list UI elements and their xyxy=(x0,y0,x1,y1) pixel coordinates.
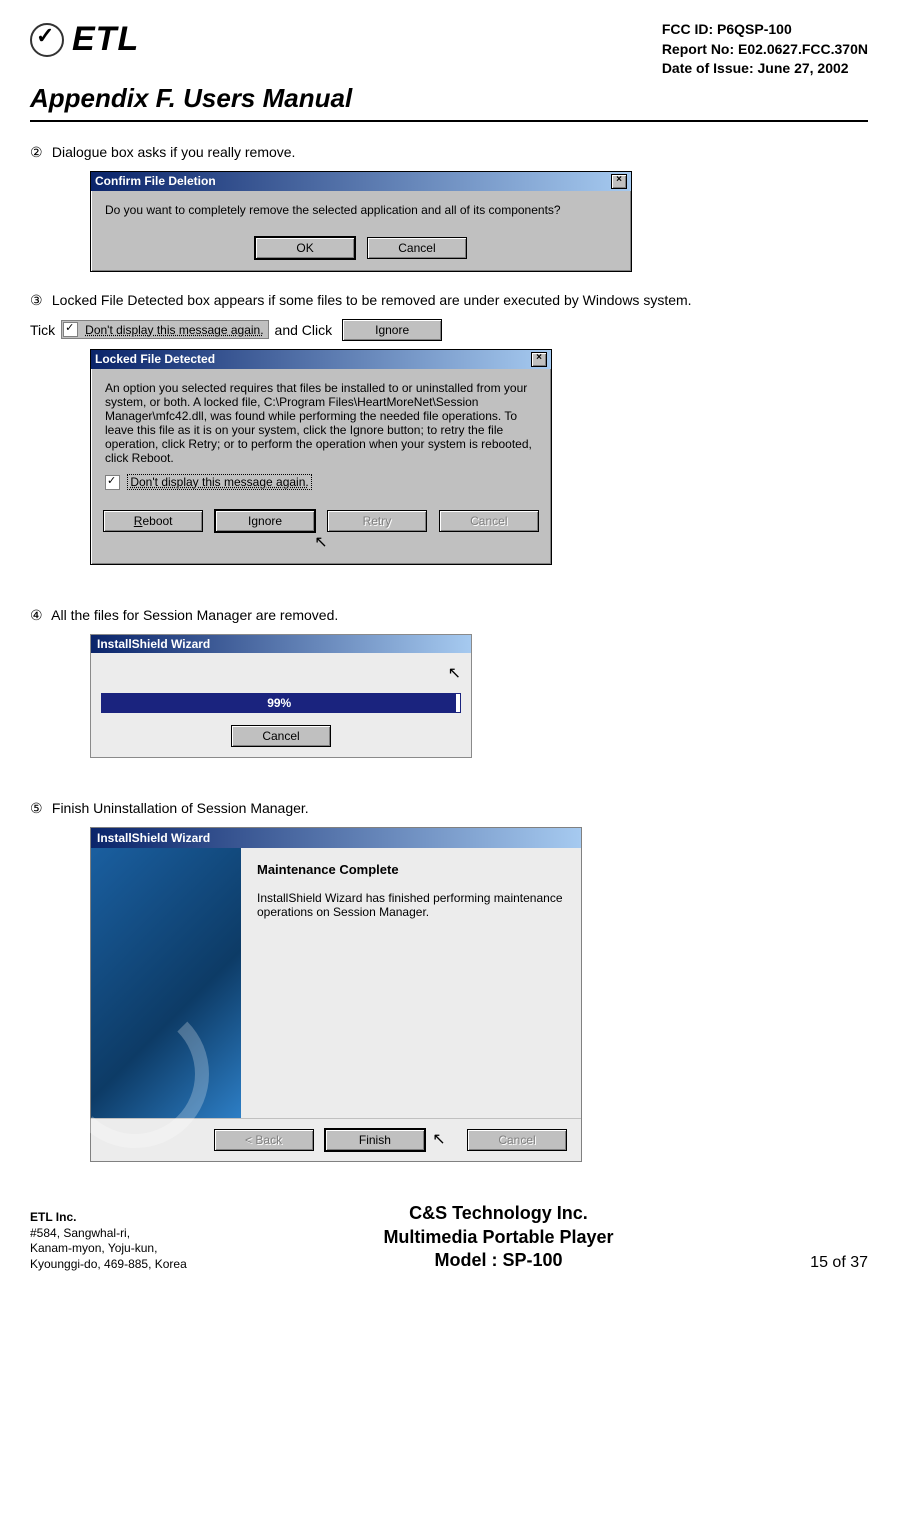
finish-heading: Maintenance Complete xyxy=(257,862,565,877)
confirm-body: Do you want to completely remove the sel… xyxy=(91,191,631,229)
logo-icon xyxy=(30,23,64,57)
logo-text: ETL xyxy=(72,20,139,59)
and-click-label: and Click xyxy=(275,322,333,338)
step-2-text: Dialogue box asks if you really remove. xyxy=(52,144,296,160)
step-5-num: ⑤ xyxy=(30,798,46,819)
cursor-icon: ↖ xyxy=(314,534,327,551)
footer-center1: C&S Technology Inc. xyxy=(383,1202,613,1225)
cancel-button[interactable]: Cancel xyxy=(467,1129,567,1151)
reboot-button[interactable]: Reboot xyxy=(103,510,203,532)
fcc-id: FCC ID: P6QSP-100 xyxy=(662,20,868,40)
footer-left: ETL Inc. #584, Sangwhal-ri, Kanam-myon, … xyxy=(30,1210,187,1272)
locked-body: An option you selected requires that fil… xyxy=(91,369,551,502)
locked-titlebar: Locked File Detected × xyxy=(91,350,551,369)
ignore-button[interactable]: Ignore xyxy=(215,510,315,532)
page-footer: ETL Inc. #584, Sangwhal-ri, Kanam-myon, … xyxy=(30,1202,868,1272)
locked-buttons: Reboot Ignore Retry Cancel ↖ xyxy=(91,502,551,564)
footer-company: ETL Inc. xyxy=(30,1210,187,1226)
cancel-button[interactable]: Cancel xyxy=(439,510,539,532)
progress-body: ↖ 99% Cancel xyxy=(91,653,471,757)
footer-center3: Model : SP-100 xyxy=(383,1249,613,1272)
back-button[interactable]: < Back xyxy=(214,1129,314,1151)
cancel-button[interactable]: Cancel xyxy=(231,725,331,747)
footer-center2: Multimedia Portable Player xyxy=(383,1226,613,1249)
progress-title: InstallShield Wizard xyxy=(91,635,471,653)
footer-addr1: #584, Sangwhal-ri, xyxy=(30,1226,187,1242)
header-meta: FCC ID: P6QSP-100 Report No: E02.0627.FC… xyxy=(662,20,868,79)
confirm-title: Confirm File Deletion xyxy=(95,174,216,188)
cancel-button[interactable]: Cancel xyxy=(367,237,467,259)
step-2-num: ② xyxy=(30,142,46,163)
step-5-text: Finish Uninstallation of Session Manager… xyxy=(52,800,309,816)
finish-title: InstallShield Wizard xyxy=(91,828,581,848)
confirm-dialog: Confirm File Deletion × Do you want to c… xyxy=(90,171,632,272)
footer-addr2: Kanam-myon, Yoju-kun, xyxy=(30,1241,187,1257)
wizard-side-graphic xyxy=(91,848,241,1118)
locked-title: Locked File Detected xyxy=(95,352,215,366)
confirm-buttons: OK Cancel xyxy=(91,229,631,271)
cursor-icon: ↖ xyxy=(432,1131,445,1148)
header-left: ETL xyxy=(30,20,139,59)
step-4-text: All the files for Session Manager are re… xyxy=(51,607,338,623)
step-3: ③ Locked File Detected box appears if so… xyxy=(30,290,868,311)
page-number: 15 of 37 xyxy=(810,1254,868,1272)
finish-body: Maintenance Complete InstallShield Wizar… xyxy=(91,848,581,1118)
footer-center: C&S Technology Inc. Multimedia Portable … xyxy=(383,1202,613,1272)
confirm-titlebar: Confirm File Deletion × xyxy=(91,172,631,191)
locked-dialog: Locked File Detected × An option you sel… xyxy=(90,349,552,565)
appendix-title: Appendix F. Users Manual xyxy=(30,83,868,114)
locked-checkbox-row: Don't display this message again. xyxy=(105,475,537,490)
footer-addr3: Kyounggi-do, 469-885, Korea xyxy=(30,1257,187,1273)
progress-bar: 99% xyxy=(101,693,461,713)
header: ETL FCC ID: P6QSP-100 Report No: E02.062… xyxy=(30,20,868,79)
ok-button[interactable]: OK xyxy=(255,237,355,259)
step-5: ⑤ Finish Uninstallation of Session Manag… xyxy=(30,798,868,819)
locked-body-text: An option you selected requires that fil… xyxy=(105,381,537,465)
retry-button[interactable]: Retry xyxy=(327,510,427,532)
inline-checkbox-label: Don't display this message again. xyxy=(82,323,266,337)
inline-ignore-button[interactable]: Ignore xyxy=(342,319,442,341)
wizard-content: Maintenance Complete InstallShield Wizar… xyxy=(241,848,581,1118)
report-no: Report No: E02.0627.FCC.370N xyxy=(662,40,868,60)
finish-button[interactable]: Finish xyxy=(325,1129,425,1151)
issue-date: Date of Issue: June 27, 2002 xyxy=(662,59,868,79)
header-rule xyxy=(30,120,868,122)
step-2: ② Dialogue box asks if you really remove… xyxy=(30,142,868,163)
close-icon[interactable]: × xyxy=(611,174,627,189)
step-3-inline: Tick Don't display this message again. a… xyxy=(30,319,868,341)
page: ETL FCC ID: P6QSP-100 Report No: E02.062… xyxy=(0,0,898,1292)
locked-checkbox-label: Don't display this message again. xyxy=(127,474,311,490)
step-4: ④ All the files for Session Manager are … xyxy=(30,605,868,626)
step-4-num: ④ xyxy=(30,605,46,626)
step-3-text: Locked File Detected box appears if some… xyxy=(52,292,692,308)
close-icon[interactable]: × xyxy=(531,352,547,367)
cursor-icon: ↖ xyxy=(448,663,461,683)
inline-checkbox[interactable]: Don't display this message again. xyxy=(61,320,268,339)
progress-dialog: InstallShield Wizard ↖ 99% Cancel xyxy=(90,634,472,758)
checkbox-icon[interactable] xyxy=(105,475,120,490)
finish-body-text: InstallShield Wizard has finished perfor… xyxy=(257,891,565,919)
step-3-num: ③ xyxy=(30,290,46,311)
finish-dialog: InstallShield Wizard Maintenance Complet… xyxy=(90,827,582,1162)
progress-percent: 99% xyxy=(267,696,291,710)
checkbox-icon[interactable] xyxy=(63,322,78,337)
logo: ETL xyxy=(30,20,139,59)
tick-label: Tick xyxy=(30,322,55,338)
